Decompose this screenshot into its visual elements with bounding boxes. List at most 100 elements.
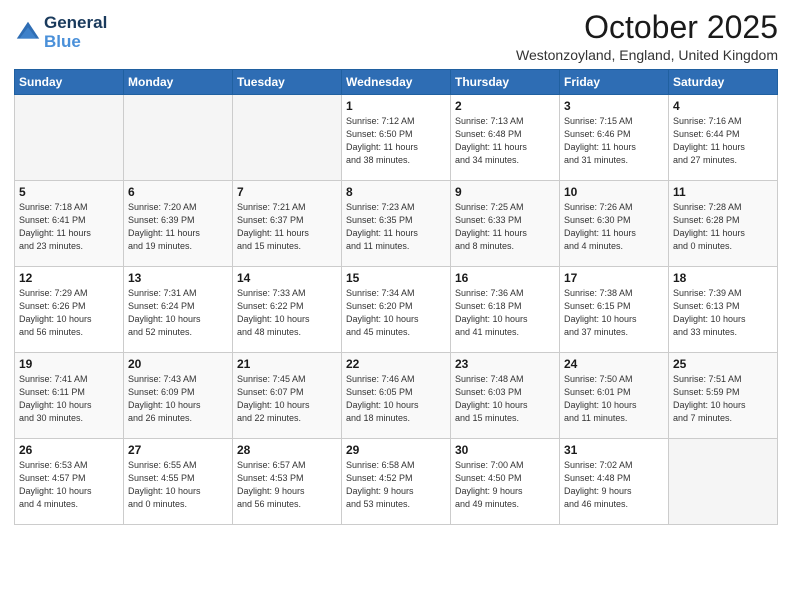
day-info: Sunrise: 7:34 AM Sunset: 6:20 PM Dayligh… — [346, 287, 446, 339]
day-info: Sunrise: 7:46 AM Sunset: 6:05 PM Dayligh… — [346, 373, 446, 425]
day-info: Sunrise: 7:28 AM Sunset: 6:28 PM Dayligh… — [673, 201, 773, 253]
calendar-table: Sunday Monday Tuesday Wednesday Thursday… — [14, 69, 778, 525]
day-number: 29 — [346, 443, 446, 457]
day-number: 28 — [237, 443, 337, 457]
calendar-cell: 12Sunrise: 7:29 AM Sunset: 6:26 PM Dayli… — [15, 267, 124, 353]
day-info: Sunrise: 7:38 AM Sunset: 6:15 PM Dayligh… — [564, 287, 664, 339]
logo-icon — [14, 19, 42, 47]
day-number: 19 — [19, 357, 119, 371]
day-number: 8 — [346, 185, 446, 199]
calendar-cell: 13 Sunrise: 7:31 AM Sunset: 6:24 PM Dayli… — [124, 267, 233, 353]
day-info: Sunrise: 7:25 AM Sunset: 6:33 PM Dayligh… — [455, 201, 555, 253]
day-info: Sunrise: 7:15 AM Sunset: 6:46 PM Dayligh… — [564, 115, 664, 167]
col-friday: Friday — [560, 70, 669, 95]
day-info: Sunrise: 7:50 AM Sunset: 6:01 PM Dayligh… — [564, 373, 664, 425]
header-row: Sunday Monday Tuesday Wednesday Thursday… — [15, 70, 778, 95]
col-saturday: Saturday — [669, 70, 778, 95]
day-info: Sunrise: 7:48 AM Sunset: 6:03 PM Dayligh… — [455, 373, 555, 425]
day-number: 11 — [673, 185, 773, 199]
day-info: Sunrise: 7:51 AM Sunset: 5:59 PM Dayligh… — [673, 373, 773, 425]
calendar-cell: 4 Sunrise: 7:16 AM Sunset: 6:44 PM Daylig… — [669, 95, 778, 181]
day-info: Sunrise: 7:00 AM Sunset: 4:50 PM Dayligh… — [455, 459, 555, 511]
day-number: 16 — [455, 271, 555, 285]
calendar-cell: 10 Sunrise: 7:26 AM Sunset: 6:30 PM Dayli… — [560, 181, 669, 267]
calendar-cell: 25Sunrise: 7:51 AM Sunset: 5:59 PM Dayli… — [669, 353, 778, 439]
calendar-cell: 1Sunrise: 7:12 AM Sunset: 6:50 PM Daylig… — [342, 95, 451, 181]
day-number: 10 — [564, 185, 664, 199]
calendar-cell — [15, 95, 124, 181]
calendar-cell: 15 Sunrise: 7:34 AM Sunset: 6:20 PM Dayli… — [342, 267, 451, 353]
day-number: 26 — [19, 443, 119, 457]
day-number: 27 — [128, 443, 228, 457]
calendar-week-1: 1Sunrise: 7:12 AM Sunset: 6:50 PM Daylig… — [15, 95, 778, 181]
day-number: 13 — [128, 271, 228, 285]
calendar-cell: 31 Sunrise: 7:02 AM Sunset: 4:48 PM Dayli… — [560, 439, 669, 525]
day-number: 31 — [564, 443, 664, 457]
day-info: Sunrise: 7:16 AM Sunset: 6:44 PM Dayligh… — [673, 115, 773, 167]
day-info: Sunrise: 7:26 AM Sunset: 6:30 PM Dayligh… — [564, 201, 664, 253]
col-monday: Monday — [124, 70, 233, 95]
day-number: 1 — [346, 99, 446, 113]
day-info: Sunrise: 6:58 AM Sunset: 4:52 PM Dayligh… — [346, 459, 446, 511]
day-number: 30 — [455, 443, 555, 457]
day-info: Sunrise: 7:31 AM Sunset: 6:24 PM Dayligh… — [128, 287, 228, 339]
calendar-cell: 18 Sunrise: 7:39 AM Sunset: 6:13 PM Dayli… — [669, 267, 778, 353]
calendar-week-4: 19 Sunrise: 7:41 AM Sunset: 6:11 PM Dayli… — [15, 353, 778, 439]
calendar-week-3: 12Sunrise: 7:29 AM Sunset: 6:26 PM Dayli… — [15, 267, 778, 353]
day-number: 12 — [19, 271, 119, 285]
day-info: Sunrise: 7:45 AM Sunset: 6:07 PM Dayligh… — [237, 373, 337, 425]
day-number: 14 — [237, 271, 337, 285]
calendar-cell: 8 Sunrise: 7:23 AM Sunset: 6:35 PM Daylig… — [342, 181, 451, 267]
calendar-cell: 28Sunrise: 6:57 AM Sunset: 4:53 PM Dayli… — [233, 439, 342, 525]
calendar-cell: 29 Sunrise: 6:58 AM Sunset: 4:52 PM Dayli… — [342, 439, 451, 525]
calendar-cell: 11 Sunrise: 7:28 AM Sunset: 6:28 PM Dayli… — [669, 181, 778, 267]
calendar-cell — [124, 95, 233, 181]
day-info: Sunrise: 7:43 AM Sunset: 6:09 PM Dayligh… — [128, 373, 228, 425]
day-number: 20 — [128, 357, 228, 371]
logo: General Blue — [14, 14, 107, 51]
day-info: Sunrise: 6:53 AM Sunset: 4:57 PM Dayligh… — [19, 459, 119, 511]
calendar-cell: 7Sunrise: 7:21 AM Sunset: 6:37 PM Daylig… — [233, 181, 342, 267]
calendar-cell: 22 Sunrise: 7:46 AM Sunset: 6:05 PM Dayli… — [342, 353, 451, 439]
day-number: 3 — [564, 99, 664, 113]
day-number: 2 — [455, 99, 555, 113]
calendar-cell: 23 Sunrise: 7:48 AM Sunset: 6:03 PM Dayli… — [451, 353, 560, 439]
day-number: 23 — [455, 357, 555, 371]
calendar-cell: 17 Sunrise: 7:38 AM Sunset: 6:15 PM Dayli… — [560, 267, 669, 353]
calendar-cell: 5Sunrise: 7:18 AM Sunset: 6:41 PM Daylig… — [15, 181, 124, 267]
day-number: 18 — [673, 271, 773, 285]
calendar-week-5: 26 Sunrise: 6:53 AM Sunset: 4:57 PM Dayli… — [15, 439, 778, 525]
calendar-cell: 20 Sunrise: 7:43 AM Sunset: 6:09 PM Dayli… — [124, 353, 233, 439]
col-wednesday: Wednesday — [342, 70, 451, 95]
day-info: Sunrise: 7:36 AM Sunset: 6:18 PM Dayligh… — [455, 287, 555, 339]
location: Westonzoyland, England, United Kingdom — [516, 47, 778, 63]
page-container: General Blue October 2025 Westonzoyland,… — [0, 0, 792, 535]
calendar-cell: 9Sunrise: 7:25 AM Sunset: 6:33 PM Daylig… — [451, 181, 560, 267]
day-info: Sunrise: 6:55 AM Sunset: 4:55 PM Dayligh… — [128, 459, 228, 511]
calendar-cell: 3 Sunrise: 7:15 AM Sunset: 6:46 PM Daylig… — [560, 95, 669, 181]
calendar-cell: 26 Sunrise: 6:53 AM Sunset: 4:57 PM Dayli… — [15, 439, 124, 525]
day-info: Sunrise: 7:23 AM Sunset: 6:35 PM Dayligh… — [346, 201, 446, 253]
calendar-cell: 30 Sunrise: 7:00 AM Sunset: 4:50 PM Dayli… — [451, 439, 560, 525]
calendar-cell: 19 Sunrise: 7:41 AM Sunset: 6:11 PM Dayli… — [15, 353, 124, 439]
day-number: 17 — [564, 271, 664, 285]
calendar-cell — [233, 95, 342, 181]
calendar-cell: 16 Sunrise: 7:36 AM Sunset: 6:18 PM Dayli… — [451, 267, 560, 353]
day-info: Sunrise: 7:02 AM Sunset: 4:48 PM Dayligh… — [564, 459, 664, 511]
day-info: Sunrise: 7:20 AM Sunset: 6:39 PM Dayligh… — [128, 201, 228, 253]
day-info: Sunrise: 7:41 AM Sunset: 6:11 PM Dayligh… — [19, 373, 119, 425]
day-info: Sunrise: 7:39 AM Sunset: 6:13 PM Dayligh… — [673, 287, 773, 339]
calendar-cell: 2Sunrise: 7:13 AM Sunset: 6:48 PM Daylig… — [451, 95, 560, 181]
calendar-cell: 21 Sunrise: 7:45 AM Sunset: 6:07 PM Dayli… — [233, 353, 342, 439]
month-title: October 2025 — [516, 10, 778, 45]
day-number: 21 — [237, 357, 337, 371]
header: General Blue October 2025 Westonzoyland,… — [14, 10, 778, 63]
day-number: 4 — [673, 99, 773, 113]
day-number: 22 — [346, 357, 446, 371]
day-number: 24 — [564, 357, 664, 371]
title-block: October 2025 Westonzoyland, England, Uni… — [516, 10, 778, 63]
col-thursday: Thursday — [451, 70, 560, 95]
day-number: 15 — [346, 271, 446, 285]
calendar-cell: 6Sunrise: 7:20 AM Sunset: 6:39 PM Daylig… — [124, 181, 233, 267]
logo-text: General Blue — [44, 14, 107, 51]
